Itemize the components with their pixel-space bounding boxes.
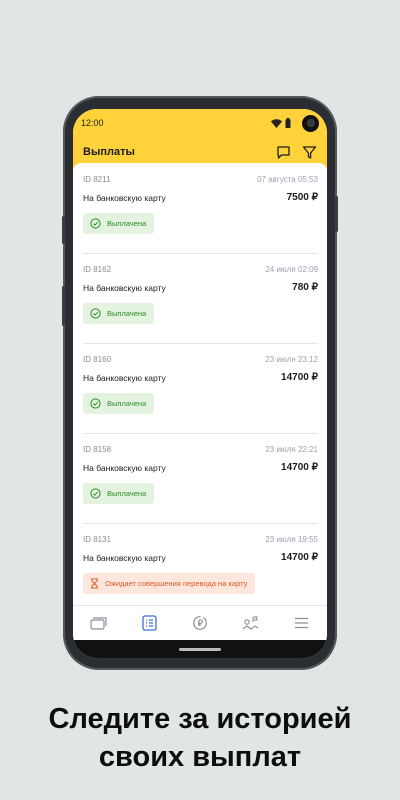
payout-method: На банковскую карту [83,283,166,293]
map-icon [242,615,259,630]
caption-line-2: своих выплат [98,741,302,773]
hourglass-icon [91,578,98,589]
payout-method: На банковскую карту [83,193,166,203]
home-indicator[interactable] [179,648,221,651]
status-label: Выплачена [107,399,147,408]
payout-date: 24 июля 02:09 [265,265,318,274]
payout-amount: 14700 ₽ [281,372,318,383]
payout-date: 07 августа 05:53 [257,175,318,184]
card-icon [90,616,107,630]
payout-card[interactable]: ID 8131 23 июля 19:55 На банковскую карт… [83,523,318,603]
payout-method: На банковскую карту [83,553,166,563]
power-button [335,196,338,232]
check-circle-icon [90,218,101,229]
tab-payouts[interactable] [137,611,161,635]
payout-amount: 14700 ₽ [281,552,318,563]
payout-id: ID 8158 [83,445,112,454]
payout-id: ID 8162 [83,265,112,274]
chat-icon[interactable] [273,142,293,162]
status-label: Выплачена [107,219,147,228]
filter-icon[interactable] [299,142,319,162]
list-icon [142,615,157,631]
caption-line-1: Следите за историей [48,703,352,735]
status-badge: Выплачена [83,213,155,234]
wifi-icon [271,118,283,128]
status-badge: Выплачена [83,303,155,324]
tab-cards[interactable] [86,611,110,635]
menu-icon [295,617,309,629]
payout-card[interactable]: ID 8160 23 июля 23:12 На банковскую карт… [83,343,318,434]
check-circle-icon [90,488,101,499]
payout-method: На банковскую карту [83,373,166,383]
bottom-tab-bar [73,605,327,640]
payout-date: 23 июля 23:12 [265,355,318,364]
volume-down-button [62,286,65,326]
tab-exchange[interactable] [188,611,212,635]
status-bar: 12:00 ◌ [73,109,327,137]
payout-id: ID 8160 [83,355,112,364]
battery-icon [285,118,291,128]
status-badge: Ожидает совершения перевода на карту [83,573,256,594]
status-badge: Выплачена [83,483,155,504]
check-circle-icon [90,308,101,319]
payout-id: ID 8131 [83,535,112,544]
payout-card[interactable]: ID 8211 07 августа 05:53 На банковскую к… [83,163,318,254]
payout-card[interactable]: ID 8162 24 июля 02:09 На банковскую карт… [83,253,318,344]
volume-button [62,216,65,244]
status-icons: ◌ [271,114,319,132]
status-label: Ожидает совершения перевода на карту [105,579,248,588]
payout-amount: 7500 ₽ [286,192,318,203]
payout-amount: 780 ₽ [292,282,318,293]
system-nav-bar [73,640,327,658]
page-title: Выплаты [83,146,135,158]
front-camera [302,114,319,132]
app-screen: 12:00 ◌ Выплаты ID 8211 07 августа 05:53… [73,109,327,658]
phone-frame: 12:00 ◌ Выплаты ID 8211 07 августа 05:53… [62,96,338,670]
payout-date: 23 июля 22:21 [265,445,318,454]
status-label: Выплачена [107,489,147,498]
payout-date: 23 июля 19:55 [265,535,318,544]
check-circle-icon [90,398,101,409]
promo-caption: Следите за историей своих выплат [0,700,400,776]
payout-id: ID 8211 [83,175,111,184]
status-badge: Выплачена [83,393,155,414]
status-time: 12:00 [81,118,104,128]
payout-card[interactable]: ID 8158 23 июля 22:21 На банковскую карт… [83,433,318,524]
exchange-icon [193,616,207,630]
payouts-list[interactable]: ID 8211 07 августа 05:53 На банковскую к… [73,163,327,603]
camera-icon: ◌ [294,120,298,126]
tab-map[interactable] [239,611,263,635]
status-label: Выплачена [107,309,147,318]
payout-amount: 14700 ₽ [281,462,318,473]
payout-method: На банковскую карту [83,463,166,473]
tab-menu[interactable] [290,611,314,635]
